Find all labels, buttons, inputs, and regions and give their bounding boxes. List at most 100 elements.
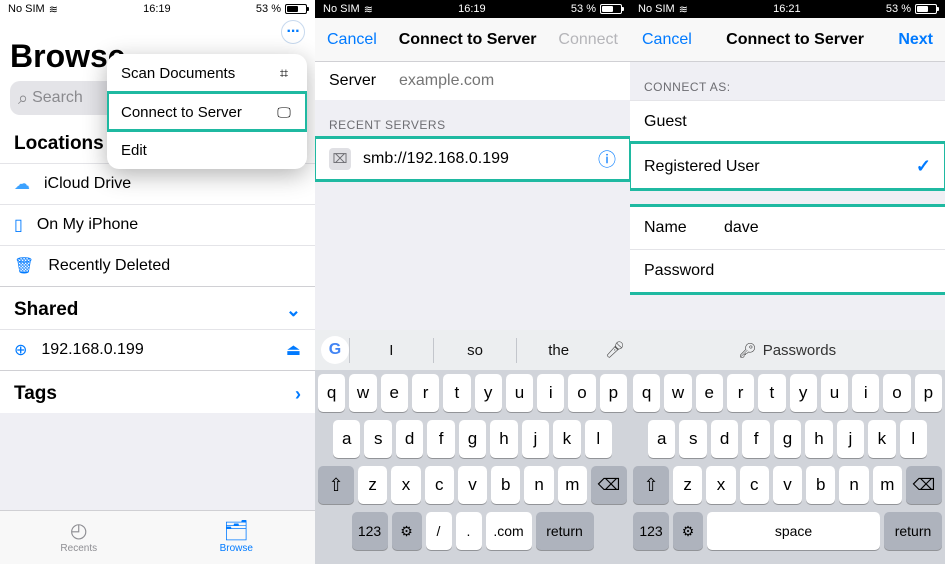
key-y[interactable]: y [790, 374, 817, 412]
key-w[interactable]: w [349, 374, 376, 412]
option-guest[interactable]: Guest [630, 100, 945, 143]
key-d[interactable]: d [396, 420, 423, 458]
key-g[interactable]: g [774, 420, 801, 458]
key-m[interactable]: m [558, 466, 587, 504]
nav-title: Connect to Server [399, 31, 537, 49]
key-g[interactable]: g [459, 420, 486, 458]
suggestion[interactable]: so [433, 338, 517, 363]
key-z[interactable]: z [358, 466, 387, 504]
key-w[interactable]: w [664, 374, 691, 412]
key-h[interactable]: h [805, 420, 832, 458]
section-tags[interactable]: Tags › [0, 370, 315, 413]
password-suggestion-bar[interactable]: 🔑︎ Passwords [630, 330, 945, 370]
key-shift[interactable] [318, 466, 354, 504]
server-input[interactable] [399, 72, 616, 90]
cancel-button[interactable]: Cancel [642, 31, 692, 49]
key-s[interactable]: s [679, 420, 706, 458]
row-icloud-drive[interactable]: ☁︎ iCloud Drive [0, 163, 315, 204]
key-return[interactable]: return [536, 512, 594, 550]
key-h[interactable]: h [490, 420, 517, 458]
key-y[interactable]: y [475, 374, 502, 412]
key-u[interactable]: u [821, 374, 848, 412]
recent-server-row[interactable]: ⌧ smb://192.168.0.199 ⓘ [315, 138, 630, 180]
section-shared[interactable]: Shared ⌄ [0, 286, 315, 329]
key-space[interactable]: space [707, 512, 880, 550]
key-globe[interactable] [673, 512, 703, 550]
key-v[interactable]: v [458, 466, 487, 504]
key-m[interactable]: m [873, 466, 902, 504]
key-globe[interactable] [392, 512, 422, 550]
connect-button[interactable]: Connect [558, 31, 618, 49]
key-123[interactable]: 123 [352, 512, 388, 550]
menu-scan-documents[interactable]: Scan Documents [107, 54, 307, 92]
key-q[interactable]: q [318, 374, 345, 412]
password-input[interactable] [724, 262, 931, 280]
key-t[interactable]: t [443, 374, 470, 412]
key-i[interactable]: i [537, 374, 564, 412]
key-n[interactable]: n [839, 466, 868, 504]
key-q[interactable]: q [633, 374, 660, 412]
row-recently-deleted[interactable]: 🗑 Recently Deleted [0, 245, 315, 286]
server-icon: ⌧ [329, 148, 351, 170]
name-input[interactable] [724, 219, 931, 237]
tab-browse[interactable]: 🗂 Browse [158, 511, 316, 564]
option-registered-user[interactable]: Registered User ✓ [630, 143, 945, 189]
key-e[interactable]: e [381, 374, 408, 412]
key-o[interactable]: o [883, 374, 910, 412]
row-shared-server[interactable]: ⊕ 192.168.0.199 ⏏ [0, 329, 315, 370]
key-u[interactable]: u [506, 374, 533, 412]
tab-recents[interactable]: ◴ Recents [0, 511, 158, 564]
suggestion[interactable]: I [349, 338, 433, 363]
key-l[interactable]: l [900, 420, 927, 458]
key-x[interactable]: x [706, 466, 735, 504]
key-123[interactable]: 123 [633, 512, 669, 550]
key-p[interactable]: p [600, 374, 627, 412]
eject-icon[interactable]: ⏏ [286, 340, 301, 360]
key-z[interactable]: z [673, 466, 702, 504]
key-j[interactable]: j [522, 420, 549, 458]
info-icon[interactable]: ⓘ [598, 146, 616, 172]
key-r[interactable]: r [412, 374, 439, 412]
key-dot[interactable]: . [456, 512, 482, 550]
key-a[interactable]: a [648, 420, 675, 458]
key-c[interactable]: c [740, 466, 769, 504]
key-n[interactable]: n [524, 466, 553, 504]
key-j[interactable]: j [837, 420, 864, 458]
key-c[interactable]: c [425, 466, 454, 504]
key-r[interactable]: r [727, 374, 754, 412]
key-k[interactable]: k [553, 420, 580, 458]
key-v[interactable]: v [773, 466, 802, 504]
key-d[interactable]: d [711, 420, 738, 458]
key-s[interactable]: s [364, 420, 391, 458]
next-button[interactable]: Next [898, 31, 933, 49]
key-a[interactable]: a [333, 420, 360, 458]
key-f[interactable]: f [742, 420, 769, 458]
key-backspace[interactable] [906, 466, 942, 504]
key-return[interactable]: return [884, 512, 942, 550]
key-p[interactable]: p [915, 374, 942, 412]
key-x[interactable]: x [391, 466, 420, 504]
key-shift[interactable] [633, 466, 669, 504]
cancel-button[interactable]: Cancel [327, 31, 377, 49]
key-k[interactable]: k [868, 420, 895, 458]
key-b[interactable]: b [491, 466, 520, 504]
menu-edit[interactable]: Edit [107, 131, 307, 169]
key-t[interactable]: t [758, 374, 785, 412]
mic-icon[interactable]: 🎤︎ [600, 340, 630, 360]
password-label: Password [644, 262, 724, 280]
key-i[interactable]: i [852, 374, 879, 412]
key-slash[interactable]: / [426, 512, 452, 550]
key-l[interactable]: l [585, 420, 612, 458]
google-icon[interactable]: G [321, 336, 349, 364]
key-dotcom[interactable]: .com [486, 512, 532, 550]
key-o[interactable]: o [568, 374, 595, 412]
suggestion[interactable]: the [516, 338, 600, 363]
keyboard: G I so the 🎤︎ q w e r t y u i o p a s d … [315, 330, 630, 564]
key-f[interactable]: f [427, 420, 454, 458]
key-b[interactable]: b [806, 466, 835, 504]
menu-connect-to-server[interactable]: Connect to Server [107, 92, 307, 131]
key-e[interactable]: e [696, 374, 723, 412]
more-menu-button[interactable]: ··· [281, 20, 305, 44]
row-on-my-iphone[interactable]: ▯ On My iPhone [0, 204, 315, 245]
key-backspace[interactable] [591, 466, 627, 504]
